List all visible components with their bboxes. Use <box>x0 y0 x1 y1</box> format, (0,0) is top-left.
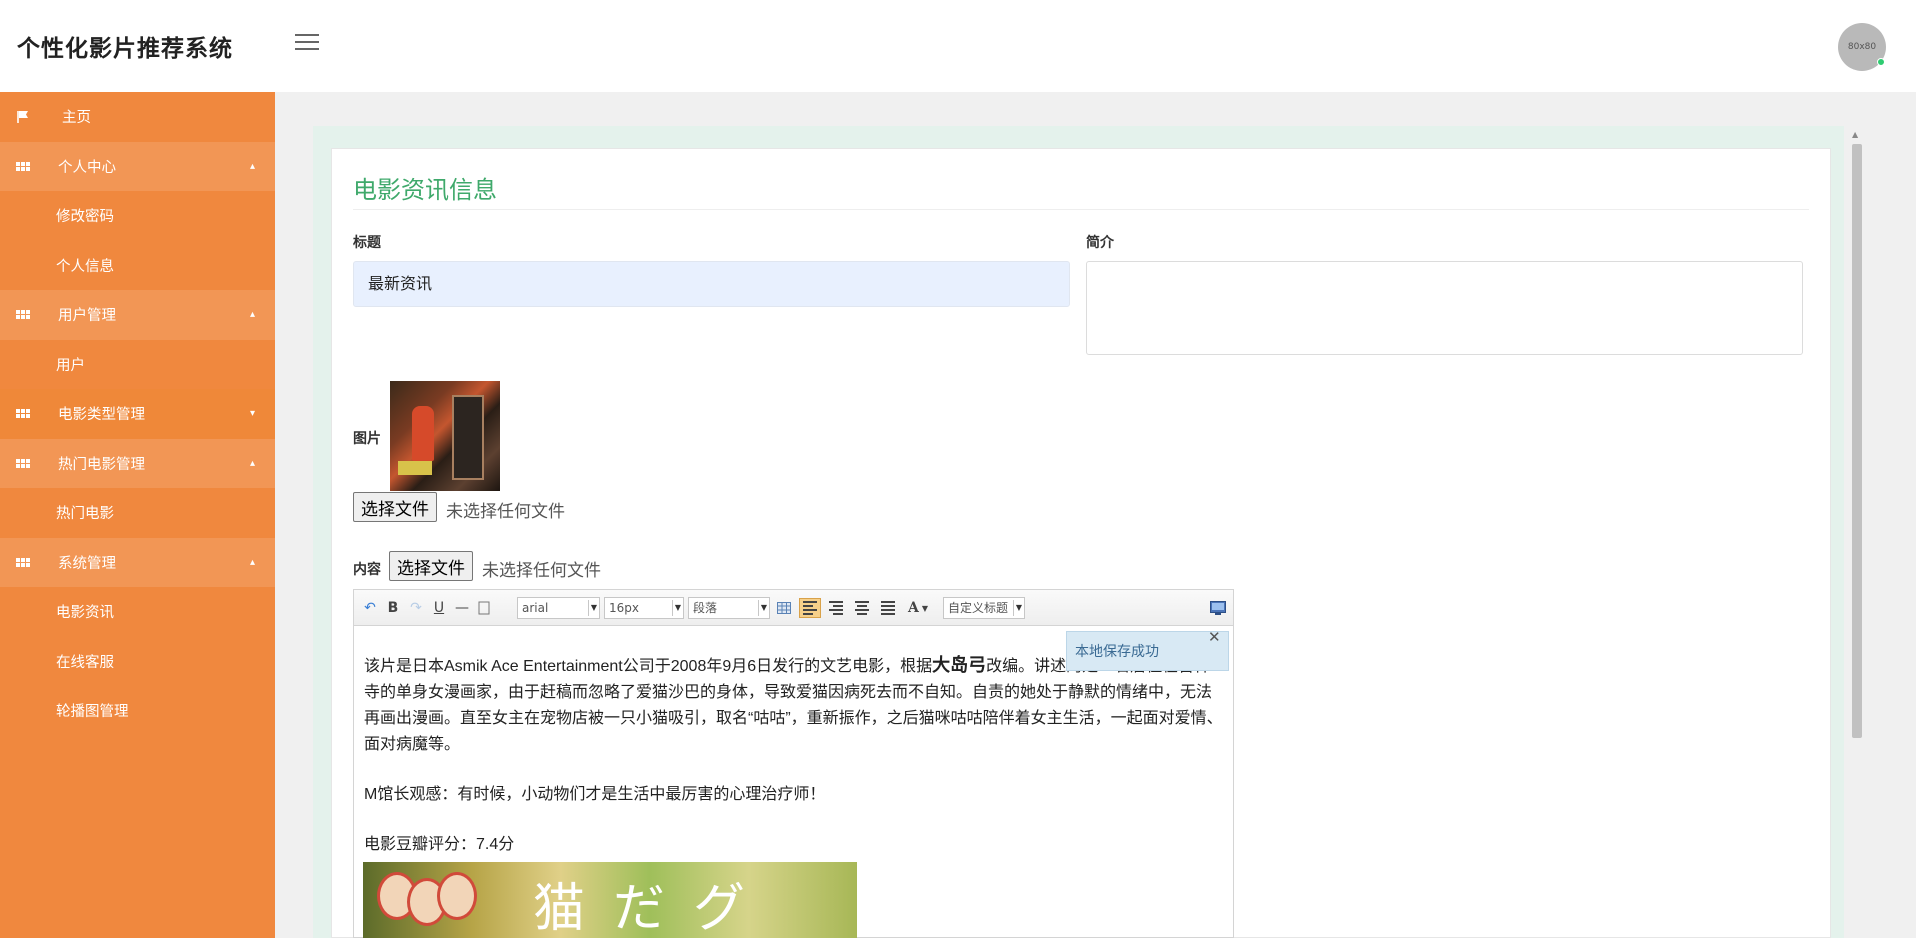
title-label: 标题 <box>353 235 381 251</box>
align-center-icon[interactable] <box>852 598 872 618</box>
undo-icon[interactable]: ↶ <box>360 598 380 618</box>
editor-toolbar: ↶ B ↷ U — arial ▼ 16px ▼ 段落 ▼ A ▼ 自定义标题 … <box>354 590 1233 626</box>
grid-icon <box>15 555 31 569</box>
align-left-icon[interactable] <box>799 598 821 618</box>
font-family-value: arial <box>522 601 549 615</box>
sidebar-item-hot-movies[interactable]: 热门电影 <box>0 488 275 538</box>
chevron-up-icon: ▴ <box>250 160 256 172</box>
editor-content[interactable]: 该片是日本Asmik Ace Entertainment公司于2008年9月6日… <box>364 652 1226 882</box>
sidebar-item-system-management[interactable]: 系统管理 ▴ <box>0 537 275 587</box>
sidebar-item-movie-type-management[interactable]: 电影类型管理 ▾ <box>0 389 275 439</box>
clear-format-icon[interactable] <box>474 598 494 618</box>
close-icon[interactable]: ✕ <box>1208 628 1221 646</box>
image-choose-file-button[interactable]: 选择文件 <box>353 492 437 522</box>
sidebar-item-carousel-management[interactable]: 轮播图管理 <box>0 686 275 736</box>
content-choose-file-button[interactable]: 选择文件 <box>389 551 473 581</box>
custom-heading-select[interactable]: 自定义标题 ▼ <box>943 597 1025 619</box>
scroll-up-arrow-icon[interactable]: ▲ <box>1852 130 1858 139</box>
sidebar-item-hot-movie-management[interactable]: 热门电影管理 ▴ <box>0 438 275 488</box>
sidebar-item-label: 用户 <box>56 357 85 374</box>
font-color-icon[interactable]: A ▼ <box>905 598 931 618</box>
paragraph-select[interactable]: 段落 ▼ <box>688 597 770 619</box>
title-divider <box>353 209 1809 210</box>
grid-icon <box>15 159 31 173</box>
horizontal-rule-icon[interactable]: — <box>452 598 472 618</box>
sidebar-item-label: 主页 <box>62 110 91 127</box>
sidebar-item-personal-info[interactable]: 个人信息 <box>0 241 275 291</box>
align-right-icon[interactable] <box>826 598 846 618</box>
title-input[interactable]: 最新资讯 <box>353 261 1070 307</box>
image-label: 图片 <box>353 431 381 447</box>
sidebar-item-change-password[interactable]: 修改密码 <box>0 191 275 241</box>
sidebar-item-label: 个人中心 <box>58 159 116 176</box>
sidebar-item-movie-news[interactable]: 电影资讯 <box>0 587 275 637</box>
custom-heading-value: 自定义标题 <box>948 601 1009 615</box>
fullscreen-icon[interactable] <box>1209 598 1227 618</box>
image-file-status: 未选择任何文件 <box>446 502 565 521</box>
grid-icon <box>15 456 31 470</box>
sidebar-item-label: 热门电影管理 <box>58 456 145 473</box>
underline-icon[interactable]: U <box>429 598 449 618</box>
redo-icon[interactable]: ↷ <box>406 598 426 618</box>
sidebar-item-label: 热门电影 <box>56 506 114 523</box>
sidebar-item-label: 电影类型管理 <box>58 407 145 424</box>
hamburger-menu-icon[interactable] <box>295 34 319 54</box>
chevron-up-icon: ▴ <box>250 309 256 321</box>
sidebar-item-personal-center[interactable]: 个人中心 ▴ <box>0 141 275 191</box>
content-label: 内容 <box>353 562 381 578</box>
content-file-status: 未选择任何文件 <box>482 561 601 580</box>
flag-icon <box>15 110 31 124</box>
grid-icon <box>15 308 31 322</box>
sidebar-item-online-support[interactable]: 在线客服 <box>0 637 275 687</box>
font-family-select[interactable]: arial ▼ <box>517 597 600 619</box>
description-label: 简介 <box>1086 235 1114 251</box>
online-status-dot <box>1877 58 1885 66</box>
font-size-select[interactable]: 16px ▼ <box>604 597 684 619</box>
sidebar-item-label: 在线客服 <box>56 654 114 671</box>
movie-still-image: 猫 だ グ <box>363 862 857 938</box>
description-textarea[interactable] <box>1086 261 1803 355</box>
bold-icon[interactable]: B <box>383 598 403 618</box>
local-save-toast: 本地保存成功 <box>1066 631 1229 671</box>
content-paragraph: M馆长观感：有时候，小动物们才是生活中最厉害的心理治疗师！ <box>364 786 826 803</box>
grid-icon <box>15 407 31 421</box>
page-title: 电影资讯信息 <box>353 176 497 204</box>
sidebar: 主页 个人中心 ▴ 修改密码 个人信息 用户管理 ▴ 用户 电影类型管理 ▾ 热… <box>0 92 275 938</box>
movie-poster-image <box>390 381 500 491</box>
align-justify-icon[interactable] <box>878 598 898 618</box>
sidebar-item-label: 个人信息 <box>56 258 114 275</box>
sidebar-item-label: 用户管理 <box>58 308 116 325</box>
paragraph-value: 段落 <box>693 601 718 615</box>
table-icon[interactable] <box>774 598 794 618</box>
sidebar-item-label: 系统管理 <box>58 555 116 572</box>
sidebar-item-user-management[interactable]: 用户管理 ▴ <box>0 290 275 340</box>
content-paragraph: 电影豆瓣评分：7.4分 <box>364 836 515 853</box>
app-title: 个性化影片推荐系统 <box>17 36 233 62</box>
sidebar-item-label: 轮播图管理 <box>56 704 129 721</box>
sidebar-item-users[interactable]: 用户 <box>0 340 275 390</box>
top-header: 个性化影片推荐系统 80x80 <box>0 0 1916 92</box>
sidebar-item-home[interactable]: 主页 <box>0 92 275 142</box>
scrollbar-thumb[interactable] <box>1852 144 1862 738</box>
font-size-value: 16px <box>609 601 639 615</box>
chevron-up-icon: ▴ <box>250 556 256 568</box>
sidebar-item-label: 电影资讯 <box>56 605 114 622</box>
chevron-down-icon: ▾ <box>250 408 256 420</box>
chevron-up-icon: ▴ <box>250 457 256 469</box>
sidebar-item-label: 修改密码 <box>56 209 114 226</box>
